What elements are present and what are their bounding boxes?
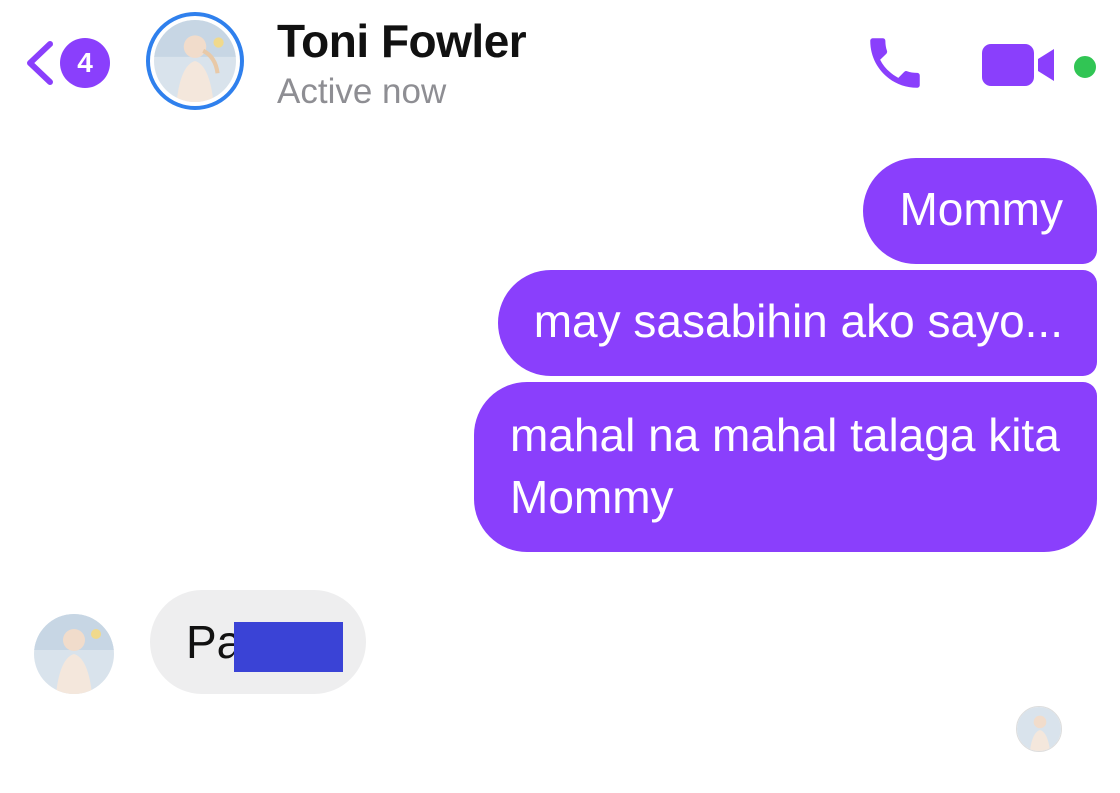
phone-icon[interactable] [862,30,928,96]
video-camera-icon[interactable] [980,40,1062,90]
outgoing-message-bubble[interactable]: may sasabihin ako sayo... [497,270,1097,376]
conversation-header: 4 Toni Fowler Active now [0,0,1120,125]
contact-avatar[interactable] [146,12,244,110]
seen-receipt-avatar [1016,706,1062,752]
online-status-dot [1070,52,1100,82]
unread-count-badge: 4 [60,38,110,88]
incoming-message-bubble[interactable]: Pa [150,590,366,694]
presence-status: Active now [277,72,447,111]
outgoing-message-bubble[interactable]: Mommy [863,158,1097,264]
contact-message-avatar[interactable] [34,614,114,694]
outgoing-message-bubble[interactable]: mahal na mahal talaga kita Mommy [474,382,1097,552]
back-button[interactable]: 4 [22,38,122,88]
contact-name: Toni Fowler [277,15,527,67]
redaction-block [234,622,343,672]
avatar-image [154,20,236,102]
chevron-left-icon [22,38,56,88]
